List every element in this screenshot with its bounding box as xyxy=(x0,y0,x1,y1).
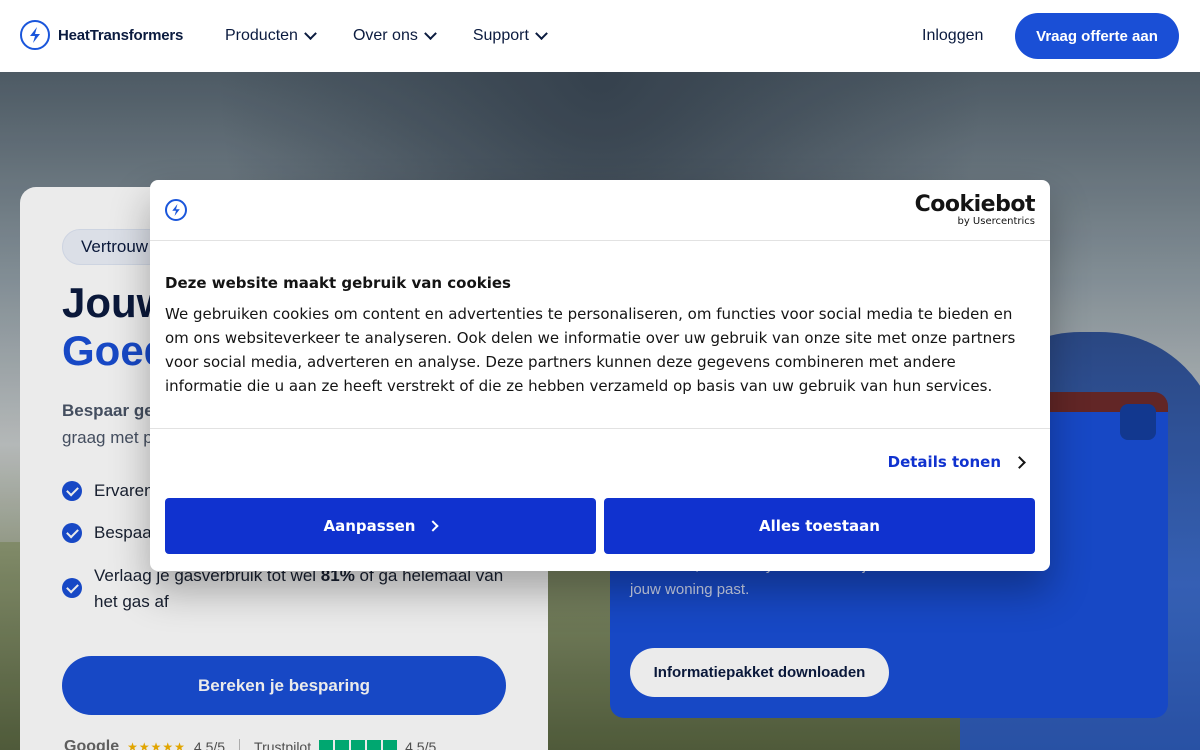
top-navigation: HeatTransformers Producten Over ons Supp… xyxy=(0,0,1200,72)
lightning-bolt-icon xyxy=(165,199,187,221)
main-menu: Producten Over ons Support xyxy=(225,0,584,72)
site-logo[interactable]: HeatTransformers xyxy=(20,20,183,50)
login-link[interactable]: Inloggen xyxy=(922,27,983,45)
cookiebot-logo: Cookiebot by Usercentrics xyxy=(914,192,1036,228)
allow-all-button[interactable]: Alles toestaan xyxy=(604,498,1035,554)
divider xyxy=(150,428,1050,429)
dialog-header: Cookiebot by Usercentrics xyxy=(150,180,1050,241)
dialog-body: We gebruiken cookies om content en adver… xyxy=(165,305,1016,395)
menu-item-support[interactable]: Support xyxy=(472,26,548,45)
chevron-down-icon xyxy=(535,26,548,40)
menu-item-label: Producten xyxy=(225,27,298,44)
chevron-down-icon xyxy=(423,26,437,40)
request-quote-button[interactable]: Vraag offerte aan xyxy=(1015,13,1179,59)
chevron-right-icon xyxy=(427,520,440,532)
menu-item-over-ons[interactable]: Over ons xyxy=(352,26,437,45)
menu-item-label: Support xyxy=(472,27,529,44)
show-details-link[interactable]: Details tonen xyxy=(888,453,1026,471)
menu-item-label: Over ons xyxy=(352,27,418,44)
menu-item-producten[interactable]: Producten xyxy=(225,26,317,45)
chevron-right-icon xyxy=(1013,455,1026,469)
lightning-bolt-icon xyxy=(20,20,50,50)
cookie-consent-dialog: Cookiebot by Usercentrics Deze website m… xyxy=(150,180,1050,571)
customize-button[interactable]: Aanpassen xyxy=(165,498,596,554)
chevron-down-icon xyxy=(304,26,317,40)
dialog-title: Deze website maakt gebruik van cookies xyxy=(165,274,511,292)
logo-text: HeatTransformers xyxy=(58,26,184,44)
